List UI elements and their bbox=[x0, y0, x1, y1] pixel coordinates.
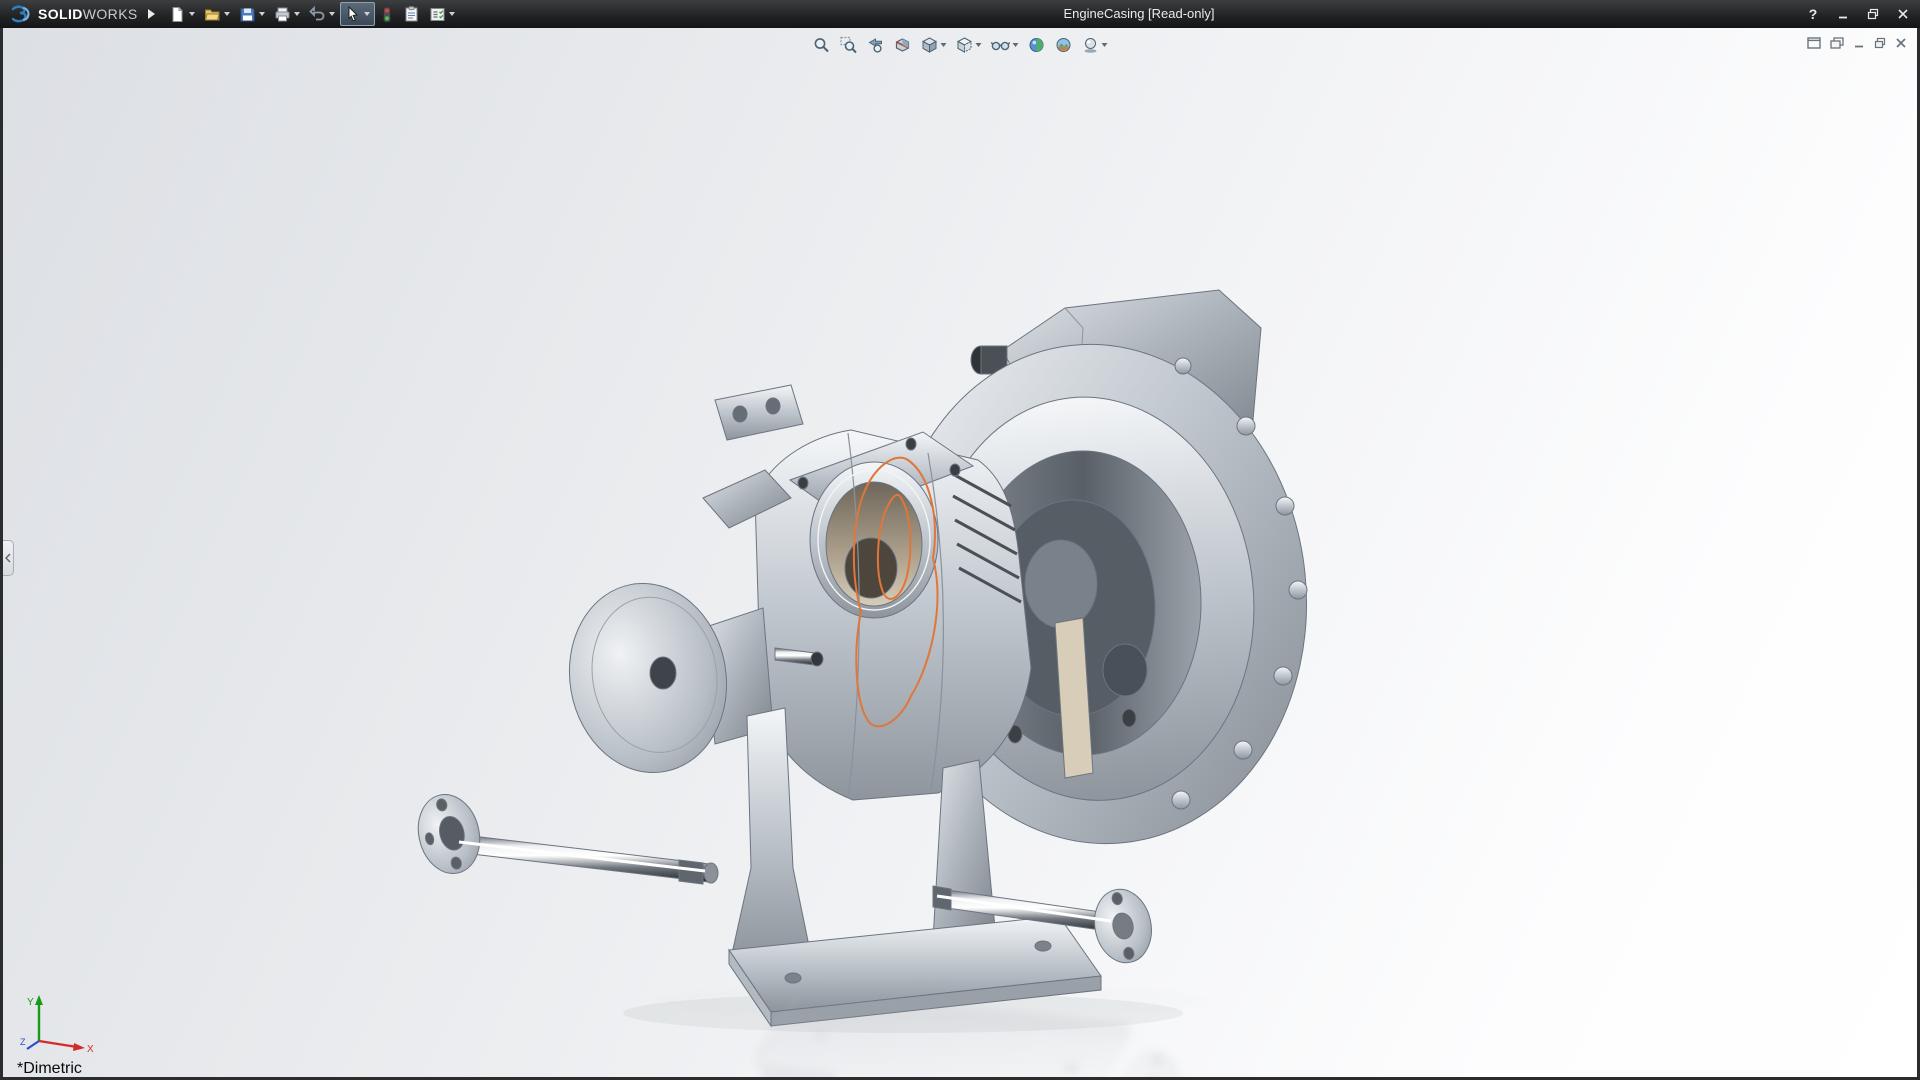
print-dropdown-arrow[interactable] bbox=[293, 12, 300, 16]
document-window-controls bbox=[1807, 37, 1907, 49]
options-icon bbox=[430, 7, 445, 21]
engine-casing-model[interactable] bbox=[3, 28, 1917, 1077]
restore-icon bbox=[1867, 8, 1879, 20]
rebuild-button[interactable] bbox=[376, 2, 398, 26]
section-view-button[interactable] bbox=[893, 35, 913, 55]
document-close-icon bbox=[1896, 38, 1906, 48]
close-icon bbox=[1898, 9, 1908, 19]
view-orientation-dropdown-arrow[interactable] bbox=[940, 43, 947, 47]
open-dropdown-arrow[interactable] bbox=[223, 12, 230, 16]
restore-button[interactable] bbox=[1862, 4, 1884, 24]
undo-arrow-icon bbox=[308, 5, 325, 20]
close-button[interactable] bbox=[1892, 4, 1914, 24]
display-style-icon bbox=[956, 37, 973, 53]
file-properties-button[interactable] bbox=[399, 2, 424, 26]
view-orientation-button[interactable] bbox=[920, 35, 948, 55]
section-view-icon bbox=[895, 38, 910, 52]
help-button[interactable]: ? bbox=[1802, 4, 1824, 24]
triad-z-label: Z bbox=[20, 1037, 26, 1047]
select-dropdown-arrow[interactable] bbox=[363, 12, 370, 16]
zoom-to-area-icon bbox=[840, 36, 857, 54]
menu-expand-arrow-icon[interactable] bbox=[147, 9, 155, 19]
hide-show-glasses-icon bbox=[990, 41, 1011, 51]
undo-button[interactable] bbox=[305, 2, 339, 26]
previous-view-button[interactable] bbox=[866, 35, 886, 55]
rebuild-traffic-light-icon bbox=[382, 6, 391, 22]
title-bar: SOLIDWORKS EngineCasing [Read-only] ? bbox=[0, 0, 1920, 28]
undo-dropdown-arrow[interactable] bbox=[328, 12, 335, 16]
triad-y-label: Y bbox=[27, 997, 34, 1008]
printer-icon bbox=[275, 7, 290, 21]
new-window-icon bbox=[1807, 37, 1821, 49]
view-orientation-cube-icon bbox=[921, 37, 938, 53]
view-orientation-label: *Dimetric bbox=[17, 1060, 82, 1077]
feature-tree-collapse-tab[interactable] bbox=[3, 540, 14, 576]
heads-up-view-toolbar bbox=[812, 35, 1109, 55]
file-properties-icon bbox=[405, 5, 418, 21]
dassault-3ds-logo bbox=[11, 5, 30, 23]
document-minimize-icon bbox=[1855, 45, 1863, 48]
open-button[interactable] bbox=[200, 2, 234, 26]
triad-x-label: X bbox=[87, 1044, 94, 1053]
window-controls: ? bbox=[1802, 0, 1914, 28]
save-dropdown-arrow[interactable] bbox=[258, 12, 265, 16]
document-new-window-button[interactable] bbox=[1807, 37, 1821, 49]
zoom-to-fit-button[interactable] bbox=[812, 35, 832, 55]
previous-view-icon bbox=[868, 38, 882, 53]
save-button[interactable] bbox=[235, 2, 269, 26]
new-button[interactable] bbox=[165, 2, 199, 26]
minimize-icon bbox=[1839, 16, 1847, 19]
view-settings-button[interactable] bbox=[1081, 35, 1109, 55]
brand-text: SOLIDWORKS bbox=[38, 6, 138, 22]
document-title: EngineCasing [Read-only] bbox=[1063, 6, 1215, 21]
select-cursor-icon bbox=[348, 6, 358, 22]
apply-scene-icon bbox=[1056, 38, 1071, 52]
document-minimize-button[interactable] bbox=[1853, 37, 1865, 49]
document-restore-icon bbox=[1874, 37, 1886, 49]
zoom-to-fit-icon bbox=[814, 38, 829, 53]
view-settings-dropdown-arrow[interactable] bbox=[1101, 43, 1108, 47]
apply-scene-button[interactable] bbox=[1054, 35, 1074, 55]
open-folder-icon bbox=[204, 9, 220, 20]
display-style-button[interactable] bbox=[955, 35, 983, 55]
document-restore-button[interactable] bbox=[1874, 37, 1886, 49]
brand-works: WORKS bbox=[82, 6, 138, 22]
new-document-icon bbox=[172, 6, 183, 22]
solidworks-window: SOLIDWORKS EngineCasing [Read-only] ? Y … bbox=[0, 0, 1920, 1080]
reference-triad: Y X Z bbox=[20, 995, 94, 1053]
options-dropdown-arrow[interactable] bbox=[448, 12, 455, 16]
display-style-dropdown-arrow[interactable] bbox=[975, 43, 982, 47]
minimize-button[interactable] bbox=[1832, 4, 1854, 24]
chevron-left-icon bbox=[5, 553, 11, 563]
document-close-button[interactable] bbox=[1895, 37, 1907, 49]
edit-appearance-button[interactable] bbox=[1027, 35, 1047, 55]
select-button[interactable] bbox=[339, 2, 375, 26]
hide-show-items-button[interactable] bbox=[990, 35, 1020, 55]
new-dropdown-arrow[interactable] bbox=[188, 12, 195, 16]
standard-toolbar bbox=[165, 2, 459, 26]
options-button[interactable] bbox=[425, 2, 459, 26]
brand: SOLIDWORKS bbox=[0, 0, 146, 28]
print-button[interactable] bbox=[270, 2, 304, 26]
hide-show-dropdown-arrow[interactable] bbox=[1012, 43, 1019, 47]
save-floppy-icon bbox=[240, 7, 255, 21]
edit-appearance-sphere-icon bbox=[1029, 38, 1044, 52]
cascade-windows-icon bbox=[1830, 37, 1844, 49]
graphics-area[interactable]: Y X Z *Dimetric bbox=[3, 28, 1917, 1077]
document-cascade-button[interactable] bbox=[1830, 37, 1844, 49]
brand-solid: SOLID bbox=[38, 6, 83, 22]
zoom-to-area-button[interactable] bbox=[839, 35, 859, 55]
view-settings-icon bbox=[1084, 38, 1097, 53]
